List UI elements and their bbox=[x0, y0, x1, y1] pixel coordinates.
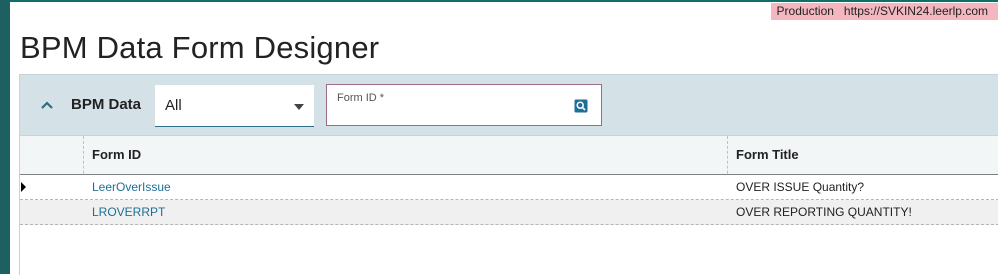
environment-label: Production bbox=[776, 4, 834, 18]
chevron-up-icon bbox=[41, 101, 53, 109]
form-id-input[interactable] bbox=[337, 106, 567, 122]
bpm-data-filter-select[interactable]: All bbox=[155, 85, 314, 127]
form-title-cell: OVER ISSUE Quantity? bbox=[736, 180, 865, 194]
collapse-button[interactable] bbox=[36, 95, 58, 115]
row-pointer-icon bbox=[21, 182, 26, 192]
table-row[interactable]: LeerOverIssue OVER ISSUE Quantity? bbox=[20, 175, 998, 200]
top-accent-strip bbox=[0, 0, 998, 2]
search-icon[interactable] bbox=[574, 99, 588, 113]
table-row[interactable]: LROVERRPT OVER REPORTING QUANTITY! bbox=[20, 200, 998, 225]
page-title: BPM Data Form Designer bbox=[20, 30, 380, 65]
environment-url: https://SVKIN24.leerlp.com bbox=[843, 4, 988, 18]
grid-header-row: Form ID Form Title bbox=[20, 135, 998, 223]
form-title-cell: OVER REPORTING QUANTITY! bbox=[736, 205, 912, 219]
caret-down-icon bbox=[294, 104, 304, 110]
data-form-panel: BPM Data All Form ID * Form ID Form Titl… bbox=[19, 74, 998, 275]
section-label: BPM Data bbox=[71, 96, 142, 113]
column-header-form-title[interactable]: Form Title bbox=[736, 136, 799, 174]
environment-badge: Production https://SVKIN24.leerlp.com bbox=[770, 3, 998, 20]
filter-selected-value: All bbox=[165, 97, 182, 114]
form-id-label: Form ID * bbox=[337, 92, 385, 104]
column-header-form-id[interactable]: Form ID bbox=[92, 136, 141, 174]
form-id-field[interactable]: Form ID * bbox=[326, 84, 602, 126]
left-nav-rail[interactable] bbox=[0, 0, 10, 274]
form-id-link[interactable]: LROVERRPT bbox=[92, 200, 165, 224]
form-grid: Form ID Form Title LeerOverIssue OVER IS… bbox=[20, 135, 998, 225]
search-toolbar: BPM Data All Form ID * bbox=[20, 75, 998, 135]
form-id-link[interactable]: LeerOverIssue bbox=[92, 175, 171, 199]
